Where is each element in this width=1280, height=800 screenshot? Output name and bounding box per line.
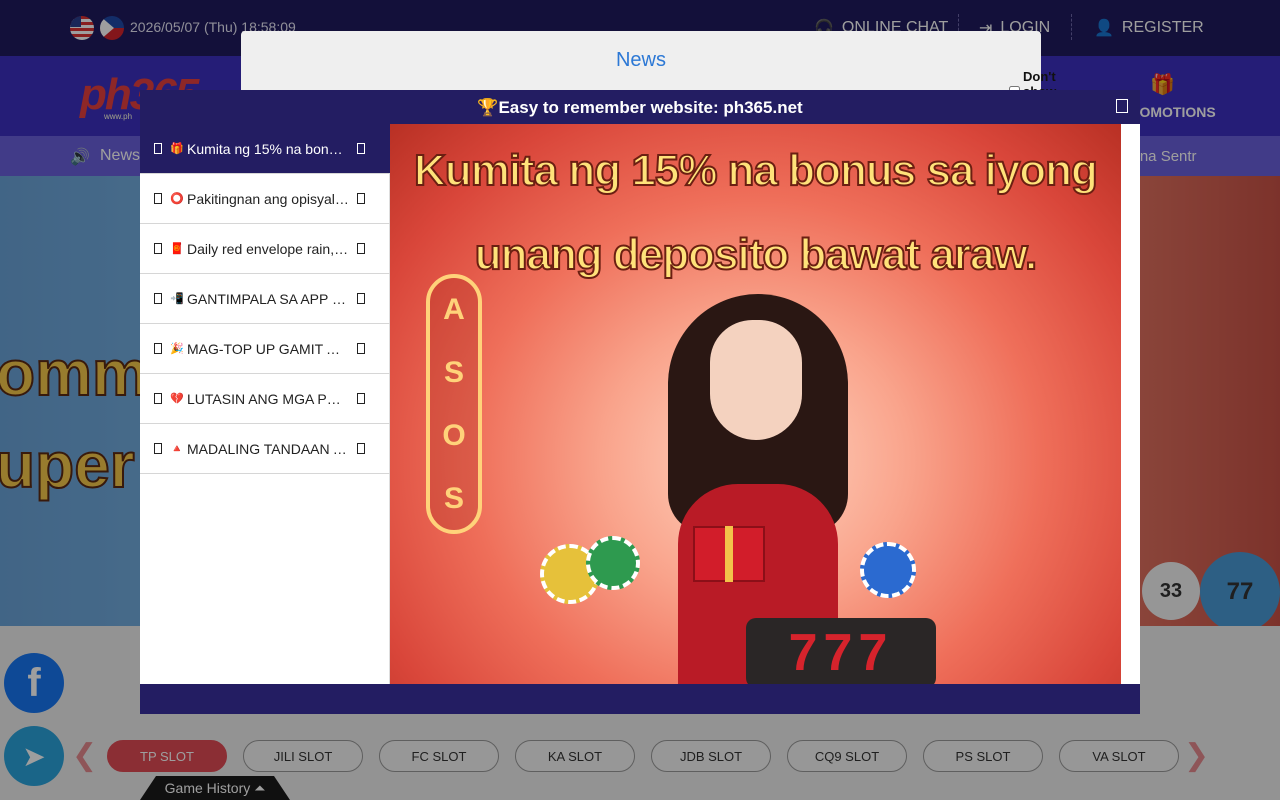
list-item[interactable]: 📲 GANTIMPALA SA APP DOWNLOAD: [140, 274, 390, 324]
list-item-label: Pakitingnan ang opisyal na website: [187, 190, 349, 207]
bullet-icon: [154, 443, 162, 454]
promo-headline-line2: unang deposito bawat araw.: [474, 229, 1039, 280]
list-item-label: GANTIMPALA SA APP DOWNLOAD: [187, 290, 349, 307]
promo-headline-line1: Kumita ng 15% na bonus sa iyong: [413, 145, 1099, 196]
gift-box-icon: [693, 526, 765, 582]
list-item-label: Daily red envelope rain, claim now: [187, 240, 349, 257]
bullet-icon: [154, 143, 162, 154]
news-modal-title: News: [615, 49, 666, 71]
list-item[interactable]: 🎁 Kumita ng 15% na bonus sa iyong unang …: [140, 124, 390, 174]
heart-icon: 💔: [170, 393, 184, 405]
list-item[interactable]: ⭕ Pakitingnan ang opisyal na website: [140, 174, 390, 224]
casino-sign: A S O S: [426, 274, 482, 534]
party-popper-icon: 🎉: [170, 343, 184, 355]
announcement-header: 🏆Easy to remember website: ph365.net: [140, 90, 1140, 124]
announcement-title: 🏆Easy to remember website: ph365.net: [477, 98, 803, 117]
promo-image: A S O S Kumita ng 15% na bonus sa iyong …: [390, 124, 1121, 684]
slot-machine-reels: 777: [746, 618, 936, 684]
list-item[interactable]: 🔺 MADALING TANDAAN ANG WEBSITE: [140, 424, 390, 474]
red-envelope-icon: 🧧: [170, 243, 184, 255]
bullet-icon: [154, 243, 162, 254]
announcement-footer: [140, 684, 1140, 714]
close-icon[interactable]: [1116, 99, 1128, 113]
list-item[interactable]: 💔 LUTASIN ANG MGA PROBLEMA: [140, 374, 390, 424]
chevron-icon: [357, 443, 365, 454]
chevron-icon: [357, 343, 365, 354]
announcement-list: 🎁 Kumita ng 15% na bonus sa iyong unang …: [140, 124, 390, 684]
casino-chip-icon: [860, 542, 916, 598]
chevron-icon: [357, 193, 365, 204]
cone-icon: 🔺: [170, 443, 184, 455]
chevron-icon: [357, 243, 365, 254]
chevron-icon: [357, 293, 365, 304]
list-item[interactable]: 🎉 MAG-TOP UP GAMIT ANG GCASH: [140, 324, 390, 374]
list-item[interactable]: 🧧 Daily red envelope rain, claim now: [140, 224, 390, 274]
list-item-label: MADALING TANDAAN ANG WEBSITE: [187, 440, 349, 457]
casino-chip-icon: [586, 536, 640, 590]
phone-icon: 📲: [170, 293, 184, 305]
list-item-label: LUTASIN ANG MGA PROBLEMA: [187, 390, 349, 407]
circle-icon: ⭕: [170, 193, 184, 205]
bullet-icon: [154, 293, 162, 304]
chevron-icon: [357, 393, 365, 404]
bullet-icon: [154, 343, 162, 354]
announcement-modal: 🏆Easy to remember website: ph365.net 🎁 K…: [140, 90, 1140, 714]
list-item-label: MAG-TOP UP GAMIT ANG GCASH: [187, 340, 349, 357]
bullet-icon: [154, 393, 162, 404]
chevron-icon: [357, 143, 365, 154]
bullet-icon: [154, 193, 162, 204]
gift-icon: 🎁: [170, 143, 184, 155]
list-item-label: Kumita ng 15% na bonus sa iyong unang de…: [187, 140, 349, 157]
